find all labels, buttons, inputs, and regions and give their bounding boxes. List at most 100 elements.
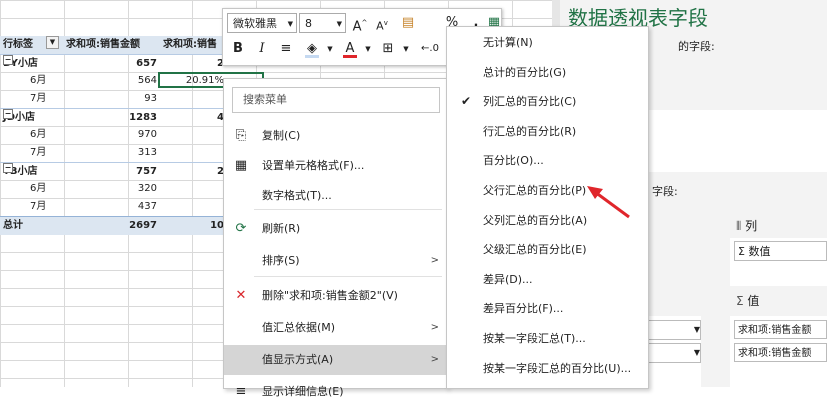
font-color-dropdown-icon[interactable]: ▼ — [359, 40, 377, 58]
sales-amount-cell[interactable]: 2697 — [60, 217, 157, 235]
collapse-icon[interactable]: − — [3, 55, 13, 65]
delete-icon: ✕ — [235, 288, 247, 303]
increase-font-icon[interactable]: A^ — [351, 14, 369, 34]
fill-color-dropdown-icon[interactable]: ▼ — [321, 40, 339, 58]
values-field-chip-2[interactable]: 求和项:销售金额 — [734, 343, 827, 362]
filter-dropdown-icon: ▼ — [46, 36, 59, 49]
submenu-item-label: 差异(D)... — [483, 272, 533, 286]
font-color-icon[interactable]: A — [341, 40, 359, 58]
checkmark-icon: ✔ — [461, 94, 472, 109]
borders-dropdown-icon[interactable]: ▼ — [397, 40, 415, 58]
decrease-font-icon[interactable]: Av — [373, 14, 391, 33]
pivot-detail-row[interactable]: 7月 93 — [0, 90, 240, 108]
sales-amount-cell[interactable]: 313 — [60, 144, 157, 162]
sales-amount-cell[interactable]: 1283 — [60, 109, 157, 127]
sales-amount-cell[interactable]: 757 — [60, 163, 157, 181]
fill-color-icon[interactable]: ◈ — [303, 40, 321, 58]
submenu-item-label: 按某一字段汇总(T)... — [483, 332, 586, 345]
sales-amount2-cell[interactable]: 2 — [160, 55, 224, 73]
sales-amount-cell[interactable]: 657 — [60, 55, 157, 73]
submenu-item[interactable]: 父级汇总的百分比(E) — [447, 235, 648, 264]
values-field-chip-1[interactable]: 求和项:销售金额 — [734, 320, 827, 339]
font-name-dropdown-icon: ▼ — [287, 20, 293, 28]
areas-label: 字段: — [652, 185, 678, 198]
sales-amount-cell[interactable]: 970 — [60, 126, 157, 144]
search-menu-input[interactable]: 搜索菜单 — [232, 87, 440, 113]
pivot-total-row[interactable]: 总计 2697 10 — [0, 216, 240, 235]
submenu-item-label: 父列汇总的百分比(A) — [483, 213, 588, 227]
row-label: − DY小店 — [3, 55, 38, 69]
italic-button[interactable]: I — [253, 40, 271, 58]
context-menu: 搜索菜单 ⎘ 复制(C) ▦ 设置单元格格式(F)... 数字格式(T)... ⟳ 刷新(R… — [223, 78, 448, 399]
columns-field-chip[interactable]: Σ 数值 — [734, 241, 827, 261]
pivot-detail-row[interactable]: 6月 320 — [0, 180, 240, 198]
submenu-item[interactable]: 无计算(N) — [447, 28, 648, 57]
rows-dropdown-icon[interactable]: ▼ — [647, 320, 701, 340]
align-center-icon[interactable]: ≡ — [277, 40, 295, 58]
context-menu-item[interactable]: ▦ 设置单元格格式(F)... — [224, 151, 447, 181]
submenu-item[interactable]: 差异百分比(F)... — [447, 294, 648, 323]
submenu-item-label: 按某一字段汇总的百分比(U)... — [483, 361, 632, 375]
row-label: − JD小店 — [3, 109, 36, 123]
values-label-text: 值 — [747, 294, 760, 308]
submenu-item-label: 父级汇总的百分比(E) — [483, 243, 587, 257]
submenu-item-label: 父行汇总的百分比(P) — [483, 184, 587, 197]
collapse-icon[interactable]: − — [3, 109, 13, 119]
submenu-item[interactable]: 行汇总的百分比(R) — [447, 117, 648, 146]
submenu-item-label: 百分比(O)... — [483, 154, 544, 168]
submenu-item[interactable]: 按某一字段汇总(T)... — [447, 324, 648, 353]
submenu-item-label: 行汇总的百分比(R) — [483, 124, 577, 138]
annotation-arrow-icon — [587, 186, 630, 219]
copy-icon: ⎘ — [235, 128, 247, 143]
rows-dropdown2-icon[interactable]: ▼ — [647, 343, 701, 363]
bold-button[interactable]: B — [229, 40, 247, 58]
row-label: − TB小店 — [3, 163, 38, 177]
menu-item-label: 复制(C) — [262, 129, 301, 142]
pivot-detail-row[interactable]: 7月 313 — [0, 144, 240, 162]
collapse-icon[interactable]: − — [3, 163, 13, 173]
sum-sales2-header: 求和项:销售 — [163, 39, 217, 50]
details-icon: ≡ — [235, 384, 247, 399]
submenu-item[interactable]: 总计的百分比(G) — [447, 58, 648, 87]
sales-amount2-cell[interactable]: 10 — [160, 217, 224, 235]
refresh-icon: ⟳ — [235, 221, 247, 236]
cell-style-icon[interactable]: ▤ — [399, 14, 417, 32]
sales-amount-cell[interactable]: 93 — [60, 90, 157, 108]
pivot-group-row[interactable]: − TB小店 757 2 — [0, 162, 240, 181]
submenu-item-label: 差异百分比(F)... — [483, 302, 564, 316]
font-size-value: 8 — [305, 17, 312, 30]
sales-amount-cell[interactable]: 437 — [60, 198, 157, 216]
font-name-box[interactable]: 微软雅黑 ▼ — [227, 13, 297, 33]
pivot-group-row[interactable]: − JD小店 1283 4 — [0, 108, 240, 127]
context-menu-item[interactable]: 值显示方式(A) > — [224, 345, 447, 375]
values-area[interactable]: 求和项:销售金额 求和项:销售金额 — [730, 316, 827, 387]
sales-amount2-cell[interactable]: 2 — [160, 163, 224, 181]
sales-amount-cell[interactable]: 564 — [60, 72, 157, 90]
submenu-item[interactable]: 百分比(O)... — [447, 146, 648, 175]
context-menu-item[interactable]: ≡ 显示详细信息(E) — [224, 377, 447, 407]
context-menu-item[interactable]: ⎘ 复制(C) — [224, 121, 447, 151]
panel-subtitle: 的字段: — [678, 40, 715, 53]
submenu-item[interactable]: 按某一字段汇总的百分比(U)... — [447, 354, 648, 383]
menu-separator — [254, 276, 442, 277]
menu-item-label: 值汇总依据(M) — [262, 321, 336, 334]
columns-area[interactable]: Σ 数值 — [730, 238, 827, 286]
submenu-item[interactable]: ✔ 列汇总的百分比(C) — [447, 87, 648, 116]
rows-area[interactable]: ▼ ▼ — [647, 316, 701, 387]
increase-decimal-icon[interactable]: ←.0 — [421, 40, 439, 58]
pivot-detail-row[interactable]: 6月 970 — [0, 126, 240, 144]
font-size-box[interactable]: 8 ▼ — [299, 13, 346, 33]
context-menu-item[interactable]: 数字格式(T)... — [224, 181, 447, 211]
pivot-group-row[interactable]: − DY小店 657 2 — [0, 54, 240, 73]
context-menu-item[interactable]: ✕ 删除"求和项:销售金额2"(V) — [224, 281, 447, 311]
context-menu-item[interactable]: ⟳ 刷新(R) — [224, 214, 447, 244]
sales-amount-cell[interactable]: 320 — [60, 180, 157, 198]
pivot-detail-row[interactable]: 7月 437 — [0, 198, 240, 216]
sales-amount2-cell[interactable]: 4 — [160, 109, 224, 127]
borders-icon[interactable]: ⊞ — [379, 40, 397, 58]
context-menu-item[interactable]: 值汇总依据(M) > — [224, 313, 447, 343]
submenu-item[interactable]: 差异(D)... — [447, 265, 648, 294]
font-name-value: 微软雅黑 — [233, 17, 277, 30]
context-menu-item[interactable]: 排序(S) > — [224, 246, 447, 276]
columns-icon: ⦀ — [736, 219, 742, 233]
